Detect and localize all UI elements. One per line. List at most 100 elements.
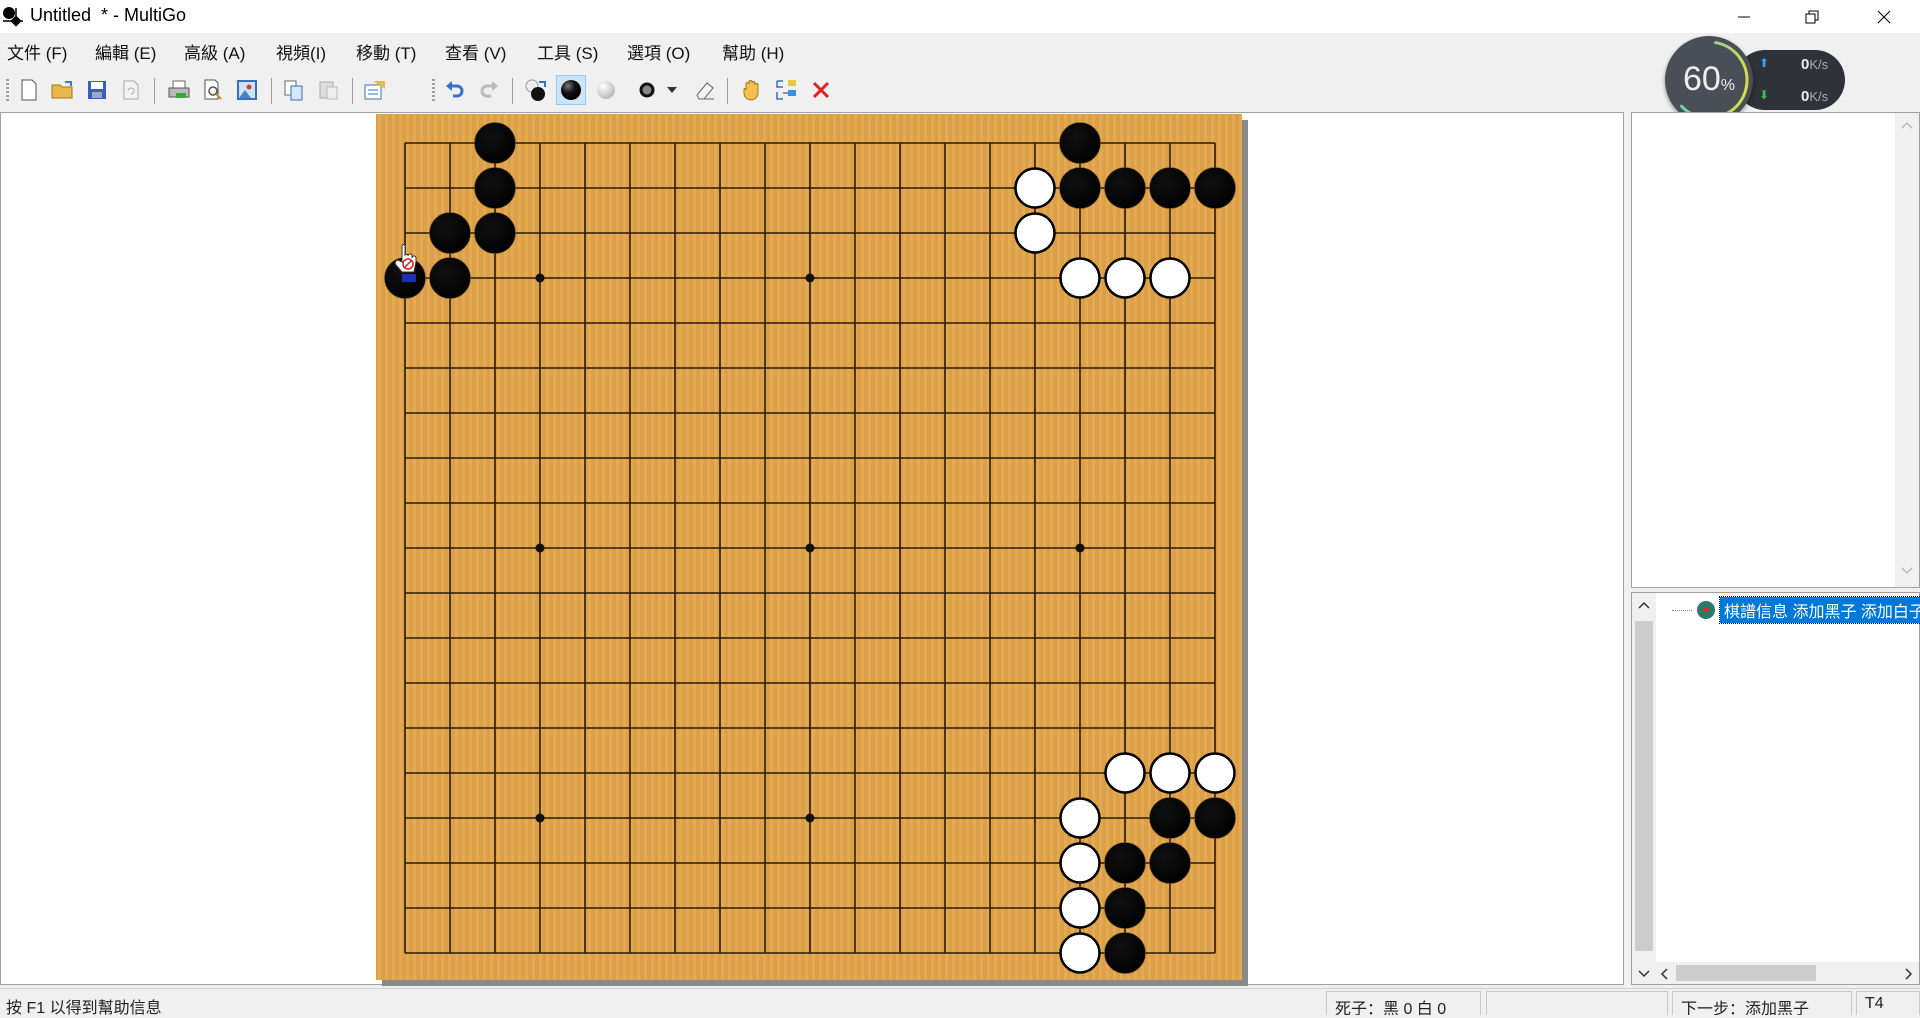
tree-vertical-thumb[interactable] <box>1635 621 1653 951</box>
save-icon <box>88 81 106 99</box>
scroll-down-icon[interactable] <box>1901 567 1913 575</box>
menu-move[interactable]: 移動 (T) <box>356 39 416 64</box>
board-canvas[interactable] <box>376 114 1242 980</box>
redo-button[interactable] <box>474 75 504 105</box>
menu-options[interactable]: 選項 (O) <box>627 39 690 64</box>
eraser-icon <box>696 82 714 100</box>
menu-edit[interactable]: 編輯 (E) <box>95 39 156 64</box>
scroll-up-icon[interactable] <box>1901 121 1913 129</box>
black-stone[interactable] <box>1194 167 1236 209</box>
white-stone[interactable] <box>1059 842 1101 884</box>
black-stone[interactable] <box>1104 167 1146 209</box>
toolbar-grip[interactable] <box>6 79 9 103</box>
toolbar-separator <box>512 78 513 104</box>
print-button[interactable] <box>164 75 194 105</box>
toolbar-grip[interactable] <box>432 79 435 103</box>
tree-horizontal-scrollbar[interactable] <box>1656 962 1919 984</box>
copy-button[interactable] <box>279 75 309 105</box>
tree-vertical-scrollbar[interactable] <box>1632 593 1656 984</box>
branch-button[interactable] <box>771 75 801 105</box>
white-stone[interactable] <box>1014 167 1056 209</box>
refresh-button[interactable] <box>116 75 146 105</box>
menu-view[interactable]: 查看 (V) <box>445 39 506 64</box>
circle-mark-button[interactable] <box>632 75 662 105</box>
black-stone[interactable] <box>1104 932 1146 974</box>
paste-button[interactable] <box>314 75 344 105</box>
export-image-button[interactable] <box>232 75 262 105</box>
refresh-icon <box>123 80 139 100</box>
white-stone[interactable] <box>1194 752 1236 794</box>
comment-panel[interactable] <box>1631 112 1920 588</box>
black-stone[interactable] <box>429 257 471 299</box>
tree-root-node[interactable]: 棋譜信息 添加黑子 添加白子 <box>1672 596 1920 624</box>
white-stone[interactable] <box>1104 257 1146 299</box>
upload-arrow-icon: ⬆ <box>1759 56 1770 70</box>
save-button[interactable] <box>82 75 112 105</box>
scroll-up-icon[interactable] <box>1638 601 1650 609</box>
star-point <box>535 813 545 823</box>
comment-scrollbar[interactable] <box>1895 113 1919 587</box>
circle-mark-icon <box>639 82 655 98</box>
add-black-button[interactable] <box>556 75 586 105</box>
minimize-button[interactable] <box>1710 0 1778 33</box>
toolbar-separator <box>271 78 272 104</box>
undo-button[interactable] <box>440 75 470 105</box>
black-stone[interactable] <box>474 167 516 209</box>
restore-icon <box>1805 10 1819 23</box>
black-stone[interactable] <box>1149 797 1191 839</box>
restore-button[interactable] <box>1778 0 1846 33</box>
close-icon <box>1877 10 1891 23</box>
black-stone[interactable] <box>1149 842 1191 884</box>
black-stone[interactable] <box>1149 167 1191 209</box>
white-stone[interactable] <box>1014 212 1056 254</box>
new-file-icon <box>21 79 37 101</box>
go-board[interactable] <box>376 114 1242 980</box>
gauge-percent: 60% <box>1682 60 1736 98</box>
menu-video[interactable]: 視頻(I) <box>276 39 326 64</box>
scroll-left-icon[interactable] <box>1660 968 1668 980</box>
delete-button[interactable] <box>806 75 836 105</box>
menu-advanced[interactable]: 高級 (A) <box>184 39 245 64</box>
scroll-down-icon[interactable] <box>1638 970 1650 978</box>
black-stone[interactable] <box>429 212 471 254</box>
white-stone[interactable] <box>1059 257 1101 299</box>
white-stone[interactable] <box>1104 752 1146 794</box>
menu-help[interactable]: 幫助 (H) <box>722 39 784 64</box>
printer-icon <box>168 80 190 98</box>
tree-node-label[interactable]: 棋譜信息 添加黑子 添加白子 <box>1719 596 1920 624</box>
open-file-button[interactable] <box>48 75 78 105</box>
hand-button[interactable] <box>737 75 767 105</box>
add-white-button[interactable] <box>591 75 621 105</box>
white-stone[interactable] <box>1149 752 1191 794</box>
black-stone[interactable] <box>1104 842 1146 884</box>
folder-open-icon <box>51 81 73 99</box>
black-stone[interactable] <box>1059 122 1101 164</box>
tree-horizontal-thumb[interactable] <box>1676 965 1816 981</box>
mark-dropdown-button[interactable] <box>664 75 680 105</box>
print-preview-button[interactable] <box>198 75 228 105</box>
eraser-button[interactable] <box>690 75 720 105</box>
close-button[interactable] <box>1850 0 1918 33</box>
menu-tools[interactable]: 工具 (S) <box>537 39 598 64</box>
game-tree-panel[interactable]: 棋譜信息 添加黑子 添加白子 <box>1631 592 1920 985</box>
black-stone[interactable] <box>1194 797 1236 839</box>
menu-file[interactable]: 文件 (F) <box>7 39 67 64</box>
white-stone[interactable] <box>1059 887 1101 929</box>
network-monitor[interactable]: 60% ⬆ ⬇ 0K/s 0K/s <box>1665 36 1845 124</box>
status-next-move: 下一步：添加黑子 <box>1672 991 1852 1015</box>
alternate-stones-button[interactable] <box>521 75 551 105</box>
toolbar <box>0 71 1920 109</box>
upload-speed: 0K/s <box>1801 56 1829 73</box>
black-stone[interactable] <box>474 212 516 254</box>
scroll-right-icon[interactable] <box>1905 968 1913 980</box>
redo-icon <box>480 81 498 98</box>
white-stone[interactable] <box>1149 257 1191 299</box>
black-stone[interactable] <box>1104 887 1146 929</box>
white-stone[interactable] <box>1059 797 1101 839</box>
black-stone[interactable] <box>474 122 516 164</box>
dropdown-arrow-icon <box>667 87 677 93</box>
game-info-button[interactable] <box>360 75 390 105</box>
black-stone[interactable] <box>1059 167 1101 209</box>
new-file-button[interactable] <box>14 75 44 105</box>
white-stone[interactable] <box>1059 932 1101 974</box>
